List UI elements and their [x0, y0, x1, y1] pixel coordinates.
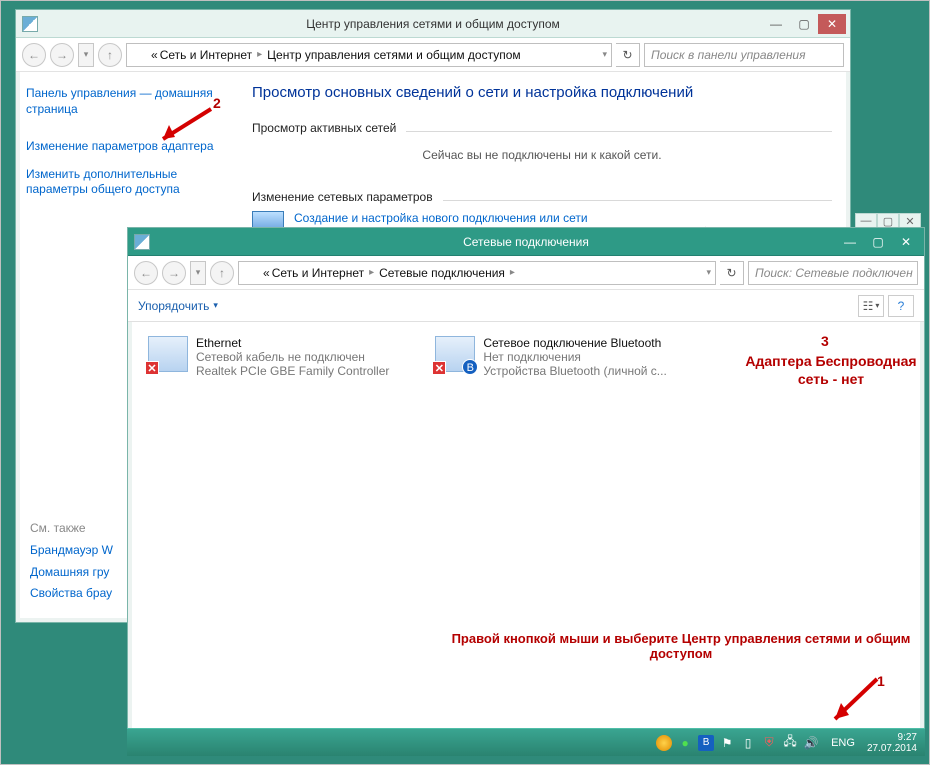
- sidebar-link-sharing-settings[interactable]: Изменить дополнительные параметры общего…: [26, 167, 224, 198]
- annotation-number-1: 1: [877, 673, 885, 689]
- no-network-text: Сейчас вы не подключены ни к какой сети.: [252, 138, 832, 178]
- system-tray: ● B ⚑ ▯ ⛨ 🖧 🔊: [656, 735, 819, 751]
- nav-toolbar: ← → ▾ ↑ « Сеть и Интернет ▸ Центр управл…: [16, 38, 850, 72]
- adapter-device: Устройства Bluetooth (личной с...: [483, 364, 666, 378]
- clock[interactable]: 9:27 27.07.2014: [867, 732, 917, 754]
- history-dropdown[interactable]: ▾: [78, 43, 94, 67]
- titlebar[interactable]: Центр управления сетями и общим доступом…: [16, 10, 850, 38]
- adapter-name: Ethernet: [196, 336, 389, 350]
- adapter-name: Сетевое подключение Bluetooth: [483, 336, 666, 350]
- breadcrumb-seg[interactable]: Центр управления сетями и общим доступом: [267, 48, 521, 62]
- address-dropdown[interactable]: ▾: [706, 267, 711, 278]
- adapter-status: Сетевой кабель не подключен: [196, 350, 389, 364]
- breadcrumb-prefix: «: [263, 266, 270, 280]
- annotation-number-3: 3: [821, 333, 829, 349]
- adapter-device: Realtek PCIe GBE Family Controller: [196, 364, 389, 378]
- back-button[interactable]: ←: [134, 261, 158, 285]
- adapter-item-ethernet[interactable]: ✕ Ethernet Сетевой кабель не подключен R…: [148, 336, 416, 378]
- tray-icon-bluetooth[interactable]: B: [698, 735, 714, 751]
- adapter-status: Нет подключения: [483, 350, 666, 364]
- annotation-text-no-wireless: Адаптера Беспроводная сеть - нет: [741, 353, 921, 388]
- annotation-arrow-2: [151, 101, 221, 151]
- address-bar[interactable]: « Сеть и Интернет ▸ Сетевые подключения …: [238, 261, 716, 285]
- taskbar[interactable]: ● B ⚑ ▯ ⛨ 🖧 🔊 ENG 9:27 27.07.2014: [127, 728, 925, 756]
- minimize-button[interactable]: —: [762, 14, 790, 34]
- tray-icon-skype[interactable]: ●: [677, 735, 693, 751]
- annotation-instruction: Правой кнопкой мыши и выберите Центр упр…: [441, 631, 921, 661]
- breadcrumb-seg[interactable]: Сетевые подключения: [379, 266, 505, 280]
- breadcrumb-seg[interactable]: Сеть и Интернет: [160, 48, 252, 62]
- language-indicator[interactable]: ENG: [831, 737, 855, 749]
- tray-icon-shield[interactable]: ⛨: [761, 735, 777, 751]
- clock-date: 27.07.2014: [867, 743, 917, 754]
- window-title: Сетевые подключения: [128, 235, 924, 249]
- maximize-button[interactable]: ▢: [790, 14, 818, 34]
- nav-toolbar: ← → ▾ ↑ « Сеть и Интернет ▸ Сетевые подк…: [128, 256, 924, 290]
- maximize-button[interactable]: ▢: [864, 232, 892, 252]
- command-bar: Упорядочить▾ ☷ ▾ ?: [128, 290, 924, 322]
- back-button[interactable]: ←: [22, 43, 46, 67]
- adapter-icon: ✕: [148, 336, 188, 372]
- refresh-button[interactable]: ↻: [720, 261, 744, 285]
- tray-icon-flag[interactable]: ⚑: [719, 735, 735, 751]
- view-options-button[interactable]: ☷ ▾: [858, 295, 884, 317]
- chevron-right-icon[interactable]: ▸: [254, 49, 265, 60]
- tray-icon-volume[interactable]: 🔊: [803, 735, 819, 751]
- help-button[interactable]: ?: [888, 295, 914, 317]
- chevron-right-icon[interactable]: ▸: [507, 267, 518, 278]
- refresh-button[interactable]: ↻: [616, 43, 640, 67]
- forward-button[interactable]: →: [50, 43, 74, 67]
- address-dropdown[interactable]: ▾: [602, 49, 607, 60]
- location-icon: [243, 266, 257, 280]
- disconnected-icon: ✕: [432, 361, 446, 375]
- organize-menu[interactable]: Упорядочить▾: [138, 299, 218, 313]
- history-dropdown[interactable]: ▾: [190, 261, 206, 285]
- forward-button[interactable]: →: [162, 261, 186, 285]
- breadcrumb-seg[interactable]: Сеть и Интернет: [272, 266, 364, 280]
- chevron-right-icon[interactable]: ▸: [366, 267, 377, 278]
- bluetooth-icon: B: [462, 359, 478, 375]
- tray-icon-battery[interactable]: ▯: [740, 735, 756, 751]
- page-heading: Просмотр основных сведений о сети и наст…: [252, 84, 832, 101]
- search-input[interactable]: Поиск: Сетевые подключен: [748, 261, 918, 285]
- adapter-icon: ✕ B: [435, 336, 475, 372]
- breadcrumb-prefix: «: [151, 48, 158, 62]
- link-create-connection[interactable]: Создание и настройка нового подключения …: [294, 211, 774, 225]
- tray-icon[interactable]: [656, 735, 672, 751]
- clock-time: 9:27: [867, 732, 917, 743]
- search-input[interactable]: Поиск в панели управления: [644, 43, 844, 67]
- location-icon: [131, 48, 145, 62]
- address-bar[interactable]: « Сеть и Интернет ▸ Центр управления сет…: [126, 43, 612, 67]
- up-button[interactable]: ↑: [210, 261, 234, 285]
- close-button[interactable]: ✕: [892, 232, 920, 252]
- up-button[interactable]: ↑: [98, 43, 122, 67]
- titlebar[interactable]: Сетевые подключения — ▢ ✕: [128, 228, 924, 256]
- annotation-number-2: 2: [213, 95, 221, 111]
- minimize-button[interactable]: —: [836, 232, 864, 252]
- close-button[interactable]: ✕: [818, 14, 846, 34]
- section-active-networks: Просмотр активных сетей: [252, 115, 832, 132]
- disconnected-icon: ✕: [145, 361, 159, 375]
- section-change-settings: Изменение сетевых параметров: [252, 184, 832, 201]
- window-title: Центр управления сетями и общим доступом: [16, 17, 850, 31]
- adapter-item-bluetooth[interactable]: ✕ B Сетевое подключение Bluetooth Нет по…: [435, 336, 703, 378]
- tray-icon-network[interactable]: 🖧: [782, 735, 798, 751]
